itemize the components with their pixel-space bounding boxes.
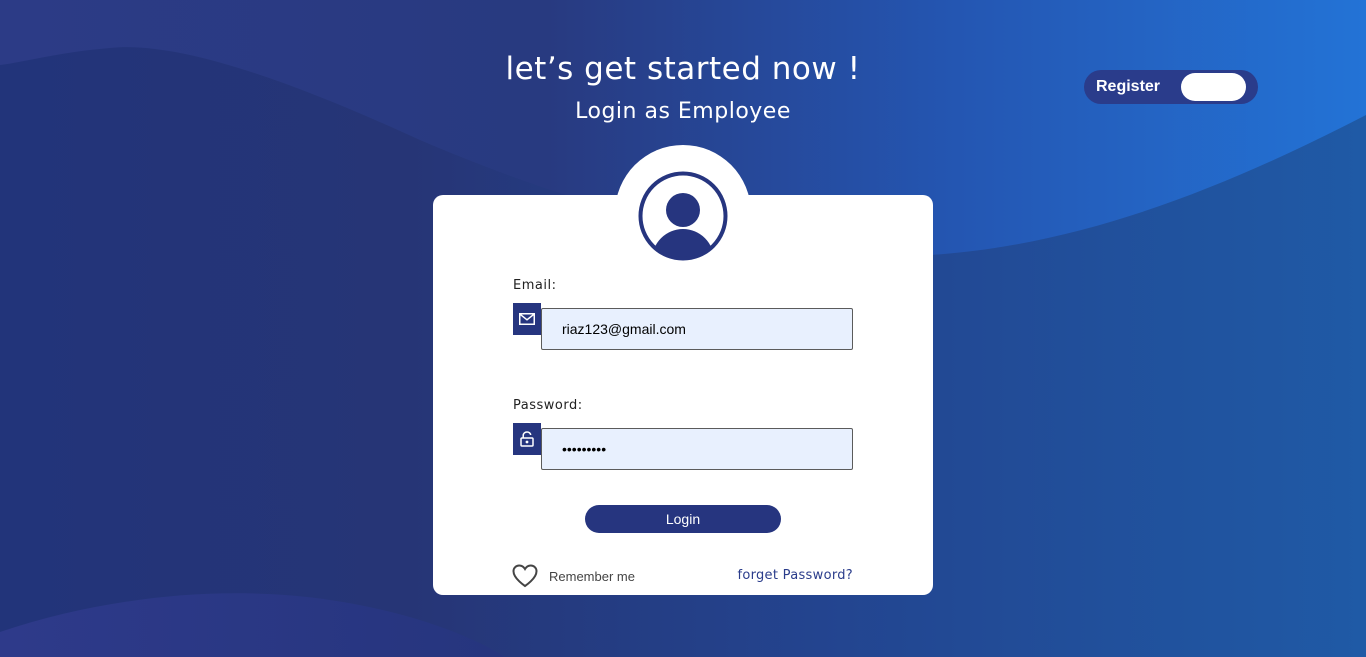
user-avatar-icon: [638, 171, 728, 261]
remember-me-toggle[interactable]: Remember me: [512, 563, 635, 589]
email-icon-box: [513, 303, 541, 335]
email-input[interactable]: [541, 308, 853, 350]
register-toggle[interactable]: Register: [1084, 70, 1258, 104]
mail-icon: [519, 313, 535, 325]
password-icon-box: [513, 423, 541, 455]
heart-icon[interactable]: [512, 564, 538, 588]
password-label: Password:: [513, 398, 583, 413]
forget-password-link[interactable]: forget Password?: [737, 568, 853, 583]
register-label: Register: [1096, 78, 1161, 95]
login-button[interactable]: Login: [585, 505, 781, 533]
register-toggle-knob[interactable]: [1181, 73, 1246, 101]
email-label: Email:: [513, 278, 557, 293]
lock-icon: [520, 431, 534, 447]
password-input[interactable]: [541, 428, 853, 470]
remember-me-label: Remember me: [549, 568, 635, 584]
